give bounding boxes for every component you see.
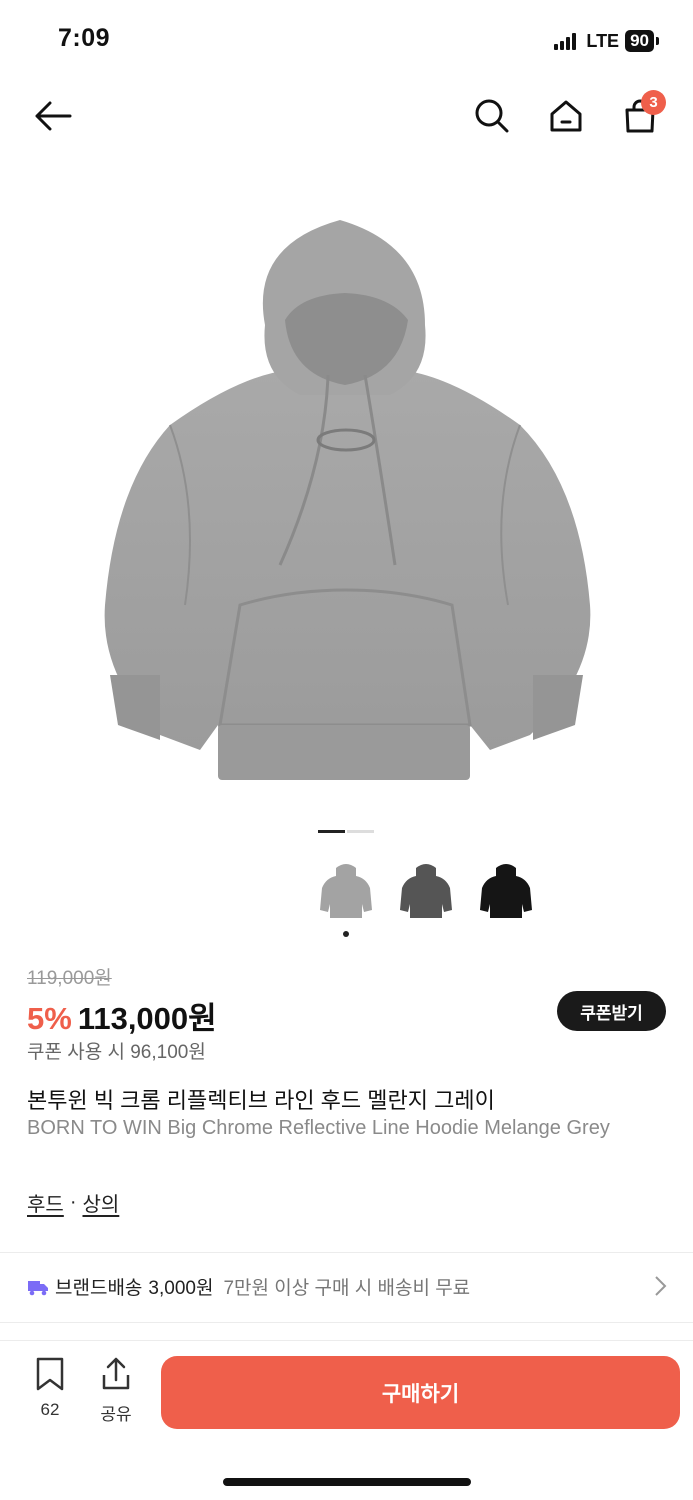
category-link-hood[interactable]: 후드: [27, 1188, 64, 1217]
sale-price: 113,000원: [77, 1001, 217, 1036]
signal-icon: [554, 32, 577, 50]
shipping-label: 브랜드배송: [55, 1278, 143, 1299]
bookmark-count: 62: [40, 1400, 60, 1419]
home-button[interactable]: [544, 94, 588, 138]
hoodie-black-icon: [480, 864, 532, 918]
share-icon: [102, 1357, 130, 1390]
get-coupon-button[interactable]: 쿠폰받기: [557, 991, 666, 1031]
pager-dot: [347, 830, 374, 833]
pager-dot-active: [318, 830, 345, 833]
bookmark-button[interactable]: 62: [26, 1357, 74, 1420]
status-indicators: LTE 90: [554, 30, 659, 52]
search-button[interactable]: [470, 94, 514, 138]
category-link-tops[interactable]: 상의: [82, 1188, 119, 1217]
divider: [0, 1252, 693, 1253]
shipping-fee: 3,000원: [148, 1278, 214, 1299]
home-indicator: [223, 1478, 471, 1486]
status-time: 7:09: [58, 24, 111, 52]
battery-nub: [656, 37, 659, 45]
network-label: LTE: [586, 30, 620, 51]
divider: [0, 1322, 693, 1323]
thumbnail-black[interactable]: [478, 855, 534, 925]
product-image[interactable]: [90, 205, 603, 795]
shipping-info-row[interactable]: 브랜드배송 3,000원 7만원 이상 구매 시 배송비 무료: [27, 1273, 667, 1300]
back-arrow-icon: [35, 101, 72, 131]
bottom-bar-divider: [0, 1340, 693, 1341]
price-row: 5% 113,000원: [27, 993, 217, 1038]
product-title-en: BORN TO WIN Big Chrome Reflective Line H…: [27, 1117, 610, 1139]
selected-thumb-indicator: [343, 931, 349, 937]
hoodie-charcoal-icon: [400, 864, 452, 918]
coupon-price: 쿠폰 사용 시 96,100원: [27, 1042, 206, 1063]
back-button[interactable]: [30, 94, 74, 138]
home-icon: [550, 100, 582, 132]
category-separator: ·: [69, 1191, 77, 1213]
thumbnail-grey[interactable]: [318, 855, 374, 925]
search-icon: [475, 99, 509, 133]
cart-count-badge: 3: [641, 90, 666, 115]
hoodie-grey-icon: [320, 864, 372, 918]
shipping-note: 7만원 이상 구매 시 배송비 무료: [223, 1278, 471, 1299]
color-thumbnails: [318, 855, 534, 925]
share-button[interactable]: 공유: [92, 1357, 140, 1425]
thumbnail-charcoal[interactable]: [398, 855, 454, 925]
discount-rate: 5%: [27, 1001, 72, 1036]
buy-button[interactable]: 구매하기: [161, 1356, 680, 1429]
product-title: 본투윈 빅 크롬 리플렉티브 라인 후드 멜란지 그레이: [27, 1088, 495, 1113]
truck-icon: [28, 1280, 48, 1295]
chevron-right-icon: [655, 1276, 667, 1296]
original-price: 119,000원: [27, 968, 112, 989]
image-pager: [318, 830, 374, 833]
breadcrumb: 후드 · 상의: [27, 1188, 119, 1217]
battery-icon: 90: [625, 30, 654, 52]
cart-button[interactable]: 3: [618, 90, 666, 138]
share-label: 공유: [100, 1405, 132, 1424]
bookmark-icon: [36, 1357, 64, 1391]
